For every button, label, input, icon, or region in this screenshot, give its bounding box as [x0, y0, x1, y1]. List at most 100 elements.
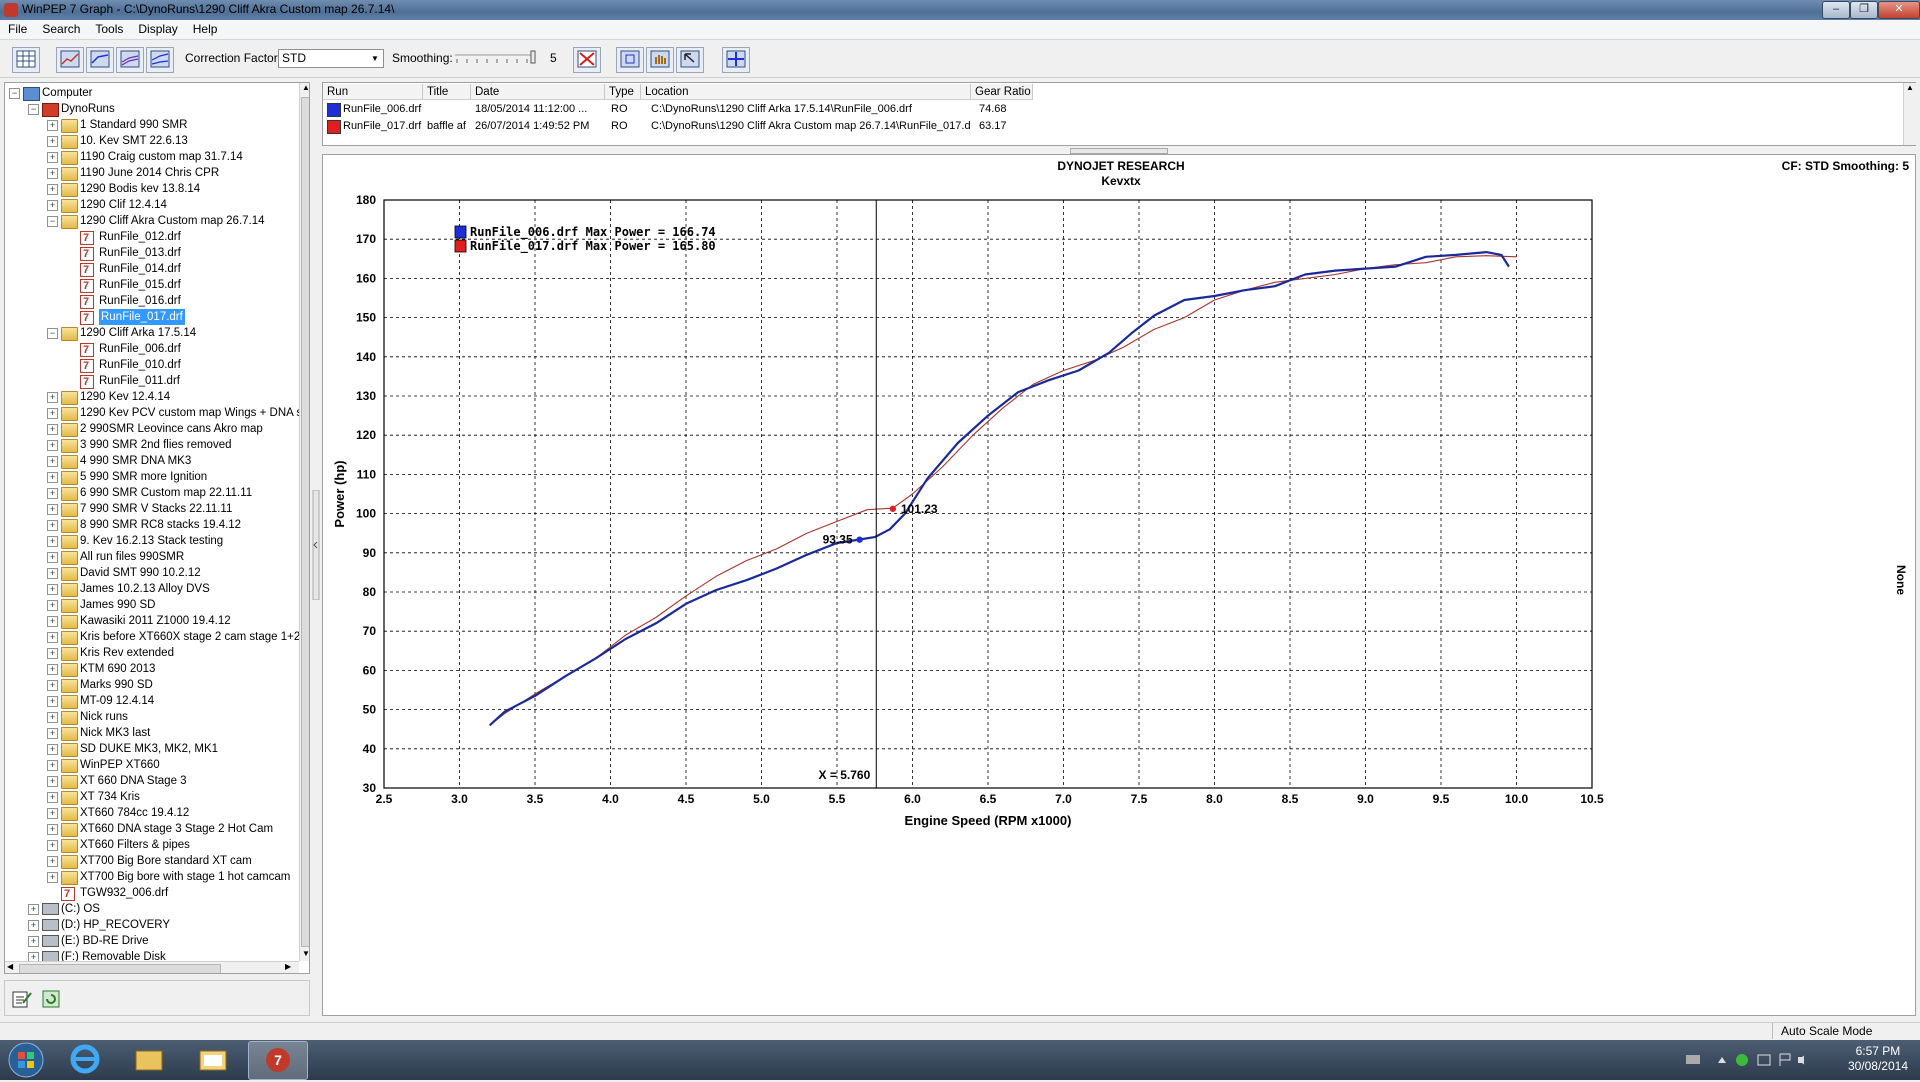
expand-icon[interactable]: +	[47, 808, 58, 819]
col-gear-ratio[interactable]: Gear Ratio	[971, 84, 1033, 100]
tree-drive[interactable]: + (E:) BD-RE Drive	[5, 933, 295, 949]
tree-file[interactable]: TGW932_006.drf	[5, 885, 295, 902]
tree-folder[interactable]: +8 990 SMR RC8 stacks 19.4.12	[5, 517, 295, 533]
expand-icon[interactable]: +	[28, 904, 39, 915]
series-line-0[interactable]	[488, 250, 1510, 727]
expand-icon[interactable]: +	[47, 616, 58, 627]
collapse-icon[interactable]: −	[47, 328, 58, 339]
tree-folder[interactable]: +1290 Clif 12.4.14	[5, 197, 295, 213]
tree-hscroll-thumb[interactable]	[19, 964, 221, 973]
start-button[interactable]	[4, 1041, 48, 1079]
expand-icon[interactable]: +	[47, 152, 58, 163]
tree-folder[interactable]: + James 10.2.13 Alloy DVS	[5, 581, 295, 597]
tree-folder[interactable]: + XT 660 DNA Stage 3	[5, 773, 295, 789]
expand-icon[interactable]: +	[47, 552, 58, 563]
runs-table-scrollbar[interactable]: ▲	[1903, 83, 1916, 145]
scroll-left-icon[interactable]: ◀	[7, 962, 13, 971]
run-color-swatch[interactable]	[327, 120, 341, 134]
expand-icon[interactable]: +	[47, 744, 58, 755]
menu-display[interactable]: Display	[130, 20, 184, 36]
collapse-icon[interactable]: −	[28, 104, 39, 115]
tree-file[interactable]: RunFile_010.drf	[5, 357, 295, 374]
run-color-swatch[interactable]	[327, 103, 341, 117]
expand-icon[interactable]: +	[47, 536, 58, 547]
tree-file[interactable]: RunFile_014.drf	[5, 261, 295, 278]
tree-item-computer[interactable]: − Computer	[5, 85, 295, 101]
tree-folder[interactable]: +1290 Bodis kev 13.8.14	[5, 181, 295, 197]
menu-file[interactable]: File	[0, 20, 34, 36]
tree-folder[interactable]: + Nick runs	[5, 709, 295, 725]
col-run[interactable]: Run	[323, 84, 423, 100]
expand-icon[interactable]: +	[47, 824, 58, 835]
expand-icon[interactable]: +	[47, 520, 58, 531]
expand-icon[interactable]: +	[47, 424, 58, 435]
taskbar-winpep-folder[interactable]	[184, 1041, 242, 1078]
tree-folder[interactable]: +3 990 SMR 2nd flies removed	[5, 437, 295, 453]
system-tray[interactable]	[1684, 1052, 1804, 1068]
expand-icon[interactable]: +	[47, 584, 58, 595]
taskbar-internet-explorer[interactable]	[56, 1041, 114, 1078]
crosshair-button[interactable]	[722, 47, 750, 73]
auto-scale-mode[interactable]: Auto Scale Mode	[1772, 1023, 1872, 1039]
tree-folder[interactable]: + Kawasiki 2011 Z1000 19.4.12	[5, 613, 295, 629]
minimize-button[interactable]: ‒	[1822, 1, 1850, 19]
expand-icon[interactable]: +	[47, 648, 58, 659]
tree-file[interactable]: RunFile_013.drf	[5, 245, 295, 262]
tree-item-dynoruns[interactable]: − DynoRuns	[5, 101, 295, 117]
graph-button-4[interactable]	[146, 47, 174, 73]
tree-folder[interactable]: + SD DUKE MK3, MK2, MK1	[5, 741, 295, 757]
tree-folder[interactable]: + XT660 Filters & pipes	[5, 837, 295, 853]
expand-icon[interactable]: +	[47, 680, 58, 691]
col-type[interactable]: Type	[605, 84, 641, 100]
tree-folder[interactable]: +1290 Kev PCV custom map Wings + DNA sr	[5, 405, 306, 421]
scroll-up-icon[interactable]: ▲	[1904, 83, 1916, 92]
tree-folder[interactable]: +7 990 SMR V Stacks 22.11.11	[5, 501, 295, 517]
panel-splitter[interactable]	[312, 489, 320, 601]
expand-icon[interactable]: +	[47, 504, 58, 515]
expand-icon[interactable]: +	[47, 568, 58, 579]
tree-scroll-thumb[interactable]	[301, 97, 309, 947]
expand-icon[interactable]: +	[47, 760, 58, 771]
grid-view-button[interactable]	[12, 47, 40, 73]
expand-icon[interactable]: +	[28, 936, 39, 947]
tree-folder[interactable]: +4 990 SMR DNA MK3	[5, 453, 295, 469]
tree-file[interactable]: RunFile_015.drf	[5, 277, 295, 294]
graph-button-2[interactable]	[86, 47, 114, 73]
expand-icon[interactable]: +	[47, 456, 58, 467]
expand-icon[interactable]: +	[47, 728, 58, 739]
tree-folder[interactable]: + Nick MK3 last	[5, 725, 295, 741]
tree-file[interactable]: RunFile_016.drf	[5, 293, 295, 310]
collapse-icon[interactable]: −	[47, 216, 58, 227]
menu-search[interactable]: Search	[34, 20, 87, 36]
tree-folder[interactable]: + XT660 DNA stage 3 Stage 2 Hot Cam	[5, 821, 295, 837]
value-marker[interactable]	[856, 536, 863, 543]
expand-icon[interactable]: +	[47, 792, 58, 803]
close-button[interactable]: ✕	[1878, 1, 1920, 19]
value-marker[interactable]	[889, 505, 897, 512]
pan-button[interactable]	[646, 47, 674, 73]
edit-notes-icon[interactable]	[11, 989, 33, 1009]
expand-icon[interactable]: +	[47, 200, 58, 211]
expand-icon[interactable]: +	[47, 632, 58, 643]
col-location[interactable]: Location	[641, 84, 971, 100]
refresh-icon[interactable]	[41, 989, 63, 1009]
tree-folder[interactable]: +6 990 SMR Custom map 22.11.11	[5, 485, 295, 501]
tree-folder[interactable]: +5 990 SMR more Ignition	[5, 469, 295, 485]
menu-tools[interactable]: Tools	[87, 20, 130, 36]
tree-folder[interactable]: + All run files 990SMR	[5, 549, 295, 565]
tree-horizontal-scrollbar[interactable]: ◀ ▶	[5, 961, 299, 973]
col-date[interactable]: Date	[471, 84, 605, 100]
tree-folder[interactable]: +1190 June 2014 Chris CPR	[5, 165, 295, 181]
scroll-right-icon[interactable]: ▶	[285, 962, 291, 971]
clear-graph-button[interactable]	[573, 47, 601, 73]
graph-button-1[interactable]	[56, 47, 84, 73]
expand-icon[interactable]: +	[47, 136, 58, 147]
expand-icon[interactable]: +	[47, 600, 58, 611]
tree-file[interactable]: RunFile_017.drf	[5, 309, 295, 326]
tree-vertical-scrollbar[interactable]: ▲ ▼	[299, 83, 309, 961]
taskbar-explorer[interactable]	[120, 1041, 178, 1078]
expand-icon[interactable]: +	[47, 872, 58, 883]
tree-folder[interactable]: + Kris Rev extended	[5, 645, 295, 661]
expand-icon[interactable]: +	[47, 184, 58, 195]
tree-folder[interactable]: + David SMT 990 10.2.12	[5, 565, 295, 581]
